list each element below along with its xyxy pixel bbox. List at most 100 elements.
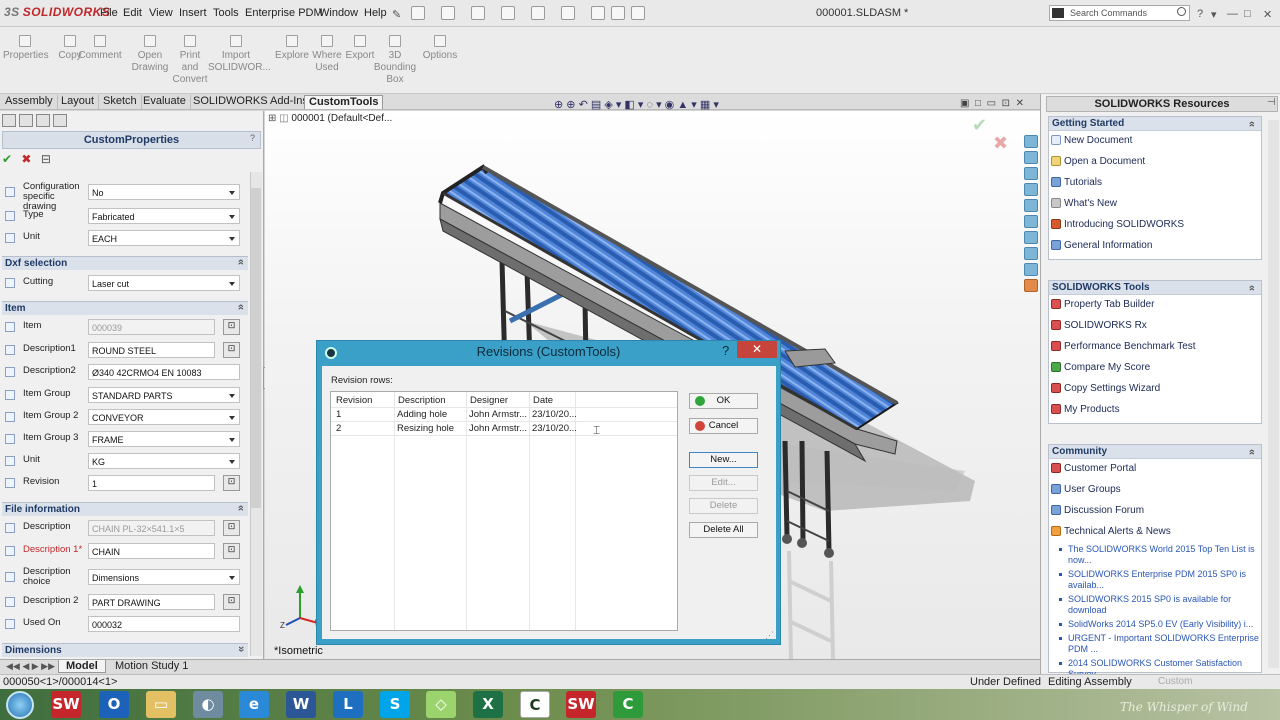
tab-layout[interactable]: Layout <box>57 95 100 109</box>
column-header-designer[interactable]: Designer <box>470 395 508 406</box>
customtools-taskbar-icon[interactable]: C <box>520 691 550 718</box>
solidworks-taskbar-icon[interactable]: SW <box>51 691 81 718</box>
section-header[interactable]: Dxf selection <box>2 256 248 270</box>
my-products-link[interactable]: My Products <box>1049 400 1261 421</box>
open-document-icon[interactable] <box>441 6 455 20</box>
close-view-icon[interactable]: ✕ <box>1016 98 1024 109</box>
property-dropdown[interactable]: KG <box>88 453 240 469</box>
view-palette-tab-icon[interactable] <box>1024 183 1038 196</box>
design-library-tab-icon[interactable] <box>1024 151 1038 164</box>
maximize-view-icon[interactable]: ⊡ <box>1002 98 1010 109</box>
delete-all-button[interactable]: Delete All <box>689 522 758 538</box>
whats-new-link[interactable]: What's New <box>1049 194 1261 215</box>
open-drawing-button[interactable]: Open Drawing <box>128 35 172 74</box>
minimize-view-icon[interactable]: ▭ <box>987 98 996 109</box>
tab-scroll-arrows[interactable]: ◀◀ ◀ ▶ ▶▶ <box>6 661 55 672</box>
custom-properties-tab-icon[interactable] <box>1024 215 1038 228</box>
field-action-button[interactable]: ⊡ <box>223 475 240 491</box>
property-field[interactable]: 1 <box>88 475 215 491</box>
minimize-icon[interactable]: — <box>1227 8 1238 20</box>
property-dropdown[interactable]: CONVEYOR <box>88 409 240 425</box>
tab-solidworks-add-ins[interactable]: SOLIDWORKS Add-Ins <box>189 95 313 109</box>
field-action-button[interactable]: ⊡ <box>223 594 240 610</box>
zoom-area-icon[interactable]: ⊕ <box>566 99 575 111</box>
cancel-x-icon[interactable]: ✖ <box>21 152 31 166</box>
section-header[interactable]: File information <box>2 502 248 516</box>
tutorials-link[interactable]: Tutorials <box>1049 173 1261 194</box>
menu-edit[interactable]: Edit <box>123 7 142 19</box>
view-orientation-icon[interactable]: ◈ <box>604 99 612 111</box>
news-item[interactable]: The SOLIDWORKS World 2015 Top Ten List i… <box>1049 543 1261 568</box>
close-icon[interactable]: ✕ <box>1263 8 1272 21</box>
row-checkbox[interactable] <box>5 367 15 377</box>
property-field[interactable]: PART DRAWING <box>88 594 215 610</box>
cancel-button[interactable]: Cancel <box>689 418 758 434</box>
outlook-taskbar-icon[interactable]: O <box>99 691 129 718</box>
field-action-button[interactable]: ⊡ <box>223 319 240 335</box>
pin-icon[interactable]: ⊟ <box>41 152 51 166</box>
general-information-link[interactable]: General Information <box>1049 236 1261 257</box>
row-checkbox[interactable] <box>5 478 15 488</box>
section-header[interactable]: Dimensions <box>2 643 248 657</box>
task-pane-scrollbar[interactable] <box>1268 120 1279 668</box>
property-field[interactable]: 000032 <box>88 616 240 632</box>
file-explorer-taskbar-icon[interactable]: ▭ <box>146 691 176 718</box>
row-checkbox[interactable] <box>5 434 15 444</box>
new-document-link[interactable]: New Document <box>1049 131 1261 152</box>
excel-taskbar-icon[interactable]: X <box>473 691 503 718</box>
pdm-tab-icon[interactable] <box>1024 247 1038 260</box>
display-style-icon[interactable]: ◧ <box>624 99 634 111</box>
menu-tools[interactable]: Tools <box>213 7 239 19</box>
search-tab-icon[interactable] <box>1024 263 1038 276</box>
pin-icon[interactable]: ✎ <box>392 8 401 21</box>
help-icon[interactable]: ? <box>250 133 259 145</box>
property-dropdown[interactable]: FRAME <box>88 431 240 447</box>
field-action-button[interactable]: ⊡ <box>223 520 240 536</box>
news-item[interactable]: URGENT - Important SOLIDWORKS Enterprise… <box>1049 632 1261 657</box>
new-document-icon[interactable] <box>411 6 425 20</box>
introducing-solidworks-link[interactable]: Introducing SOLIDWORKS <box>1049 215 1261 236</box>
table-row[interactable]: 2 Resizing hole John Armstr... 23/10/20.… <box>331 423 677 435</box>
folder-taskbar-icon[interactable]: ◇ <box>426 691 456 718</box>
performance-benchmark-link[interactable]: Performance Benchmark Test <box>1049 337 1261 358</box>
property-field[interactable]: Ø340 42CRMO4 EN 10083 <box>88 364 240 380</box>
property-field[interactable]: CHAIN <box>88 543 215 559</box>
property-dropdown[interactable]: Laser cut <box>88 275 240 291</box>
solidworks-2015-taskbar-icon[interactable]: SW <box>566 691 596 718</box>
rebuild-icon[interactable] <box>591 6 605 20</box>
search-input[interactable]: Search Commands <box>1049 5 1190 21</box>
field-action-button[interactable]: ⊡ <box>223 342 240 358</box>
pin-window-icon[interactable]: ▾ <box>1211 8 1217 21</box>
section-heading[interactable]: SOLIDWORKS Tools <box>1049 281 1261 295</box>
options-icon[interactable] <box>631 6 645 20</box>
appearances-tab-icon[interactable] <box>1024 199 1038 212</box>
row-checkbox[interactable] <box>5 619 15 629</box>
section-header[interactable]: Item <box>2 301 248 315</box>
row-checkbox[interactable] <box>5 546 15 556</box>
import-button[interactable]: Import SOLIDWOR... <box>208 35 271 74</box>
tab-evaluate[interactable]: Evaluate <box>139 95 191 109</box>
file-properties-icon[interactable] <box>611 6 625 20</box>
print-icon[interactable] <box>501 6 515 20</box>
previous-view-icon[interactable]: ↶ <box>579 99 588 111</box>
row-checkbox[interactable] <box>5 572 15 582</box>
select-icon[interactable] <box>561 6 575 20</box>
comment-button[interactable]: Comment <box>78 35 122 62</box>
property-dropdown[interactable]: STANDARD PARTS <box>88 387 240 403</box>
tab-assembly[interactable]: Assembly <box>1 95 58 109</box>
status-units[interactable]: Custom <box>1158 676 1192 687</box>
close-icon[interactable]: ✕ <box>737 341 777 358</box>
help-tab-icon[interactable] <box>1024 279 1038 292</box>
row-checkbox[interactable] <box>5 597 15 607</box>
print-button[interactable]: Print and Convert <box>168 35 212 86</box>
heads-up-toolbar[interactable]: ⊕ ⊕ ↶ ▤ ◈ ▾ ◧ ▾ ◌ ▾ ◉ ▲ ▾ ▦ ▾ <box>554 98 719 111</box>
property-field[interactable]: ROUND STEEL <box>88 342 215 358</box>
lync-taskbar-icon[interactable]: L <box>333 691 363 718</box>
bounding-box-button[interactable]: 3D Bounding Box <box>373 35 417 86</box>
tile-icon[interactable]: ▣ <box>960 98 969 109</box>
start-button[interactable] <box>6 691 34 719</box>
menu-enterprise-pdm[interactable]: Enterprise PDM <box>245 7 323 19</box>
table-row[interactable]: 1 Adding hole John Armstr... 23/10/20... <box>331 409 677 421</box>
feature-manager-icon[interactable] <box>2 114 16 127</box>
ok-button[interactable]: OK <box>689 393 758 409</box>
